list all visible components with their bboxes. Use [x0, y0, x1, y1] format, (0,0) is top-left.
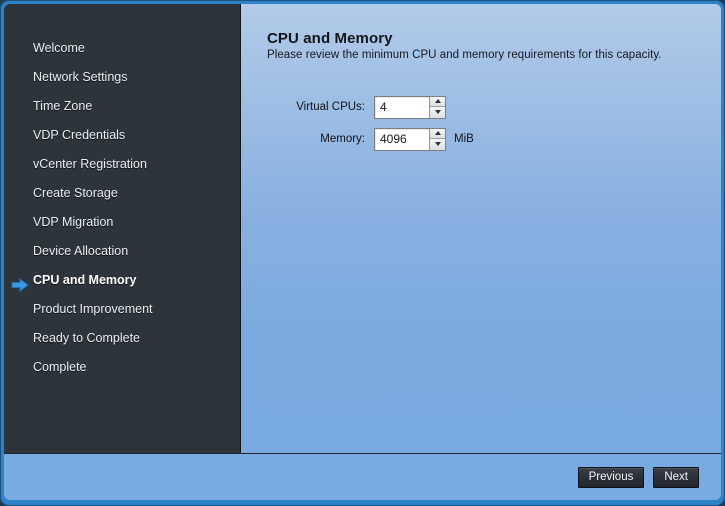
page-subtitle: Please review the minimum CPU and memory… — [267, 49, 662, 61]
sidebar-item-label: Product Improvement — [33, 302, 153, 316]
triangle-up-icon — [434, 131, 441, 136]
triangle-up-icon — [434, 99, 441, 104]
sidebar-item-cpu-and-memory[interactable]: CPU and Memory — [4, 266, 240, 295]
memory-decrement-button[interactable] — [430, 139, 445, 150]
sidebar-item-label: Time Zone — [33, 99, 93, 113]
sidebar-item-label: VDP Credentials — [33, 128, 126, 142]
wizard-footer: Previous Next — [4, 453, 721, 500]
sidebar-item-vcenter-registration[interactable]: vCenter Registration — [4, 150, 240, 179]
virtual-cpus-row: Virtual CPUs: — [267, 95, 697, 119]
memory-row: Memory: MiB — [267, 127, 697, 151]
window-body: Welcome Network Settings Time Zone VDP C… — [4, 4, 721, 453]
sidebar-item-ready-to-complete[interactable]: Ready to Complete — [4, 324, 240, 353]
arrow-right-icon — [11, 274, 29, 292]
triangle-down-icon — [434, 110, 441, 115]
sidebar-item-welcome[interactable]: Welcome — [4, 34, 240, 63]
sidebar-item-label: Network Settings — [33, 70, 128, 84]
sidebar-item-label: Ready to Complete — [33, 331, 141, 345]
sidebar-item-label: Create Storage — [33, 186, 118, 200]
memory-increment-button[interactable] — [430, 128, 445, 139]
sidebar-item-label: VDP Migration — [33, 215, 114, 229]
memory-stepper[interactable] — [374, 127, 446, 151]
virtual-cpus-spin-buttons — [429, 96, 445, 118]
triangle-down-icon — [434, 142, 441, 147]
sidebar-item-product-improvement[interactable]: Product Improvement — [4, 295, 240, 324]
sidebar-item-network-settings[interactable]: Network Settings — [4, 63, 240, 92]
window-inner: Welcome Network Settings Time Zone VDP C… — [4, 4, 721, 500]
sidebar-item-label: CPU and Memory — [33, 273, 137, 287]
sidebar-item-complete[interactable]: Complete — [4, 353, 240, 382]
cpu-memory-form: Virtual CPUs: 4 Memory: 4096 MiB — [267, 95, 697, 151]
memory-spin-buttons — [429, 128, 445, 150]
wizard-sidebar: Welcome Network Settings Time Zone VDP C… — [4, 4, 241, 453]
sidebar-item-label: vCenter Registration — [33, 157, 147, 171]
sidebar-item-vdp-credentials[interactable]: VDP Credentials — [4, 121, 240, 150]
wizard-window: Welcome Network Settings Time Zone VDP C… — [0, 0, 725, 506]
sidebar-item-label: Device Allocation — [33, 244, 129, 258]
next-button[interactable]: Next — [653, 466, 699, 488]
sidebar-item-label: Complete — [33, 360, 87, 374]
virtual-cpus-input[interactable] — [375, 96, 429, 118]
virtual-cpus-label: Virtual CPUs: — [296, 101, 365, 113]
main-content: CPU and Memory Please review the minimum… — [241, 4, 721, 453]
sidebar-item-create-storage[interactable]: Create Storage — [4, 179, 240, 208]
page-title: CPU and Memory — [267, 30, 393, 47]
sidebar-item-label: Welcome — [33, 41, 85, 55]
memory-label: Memory: — [320, 133, 365, 145]
virtual-cpus-stepper[interactable] — [374, 95, 446, 119]
memory-unit: MiB — [454, 133, 474, 145]
previous-button[interactable]: Previous — [577, 466, 645, 488]
sidebar-item-device-allocation[interactable]: Device Allocation — [4, 237, 240, 266]
sidebar-item-vdp-migration[interactable]: VDP Migration — [4, 208, 240, 237]
virtual-cpus-increment-button[interactable] — [430, 96, 445, 107]
memory-input[interactable] — [375, 128, 429, 150]
virtual-cpus-decrement-button[interactable] — [430, 107, 445, 118]
sidebar-item-time-zone[interactable]: Time Zone — [4, 92, 240, 121]
